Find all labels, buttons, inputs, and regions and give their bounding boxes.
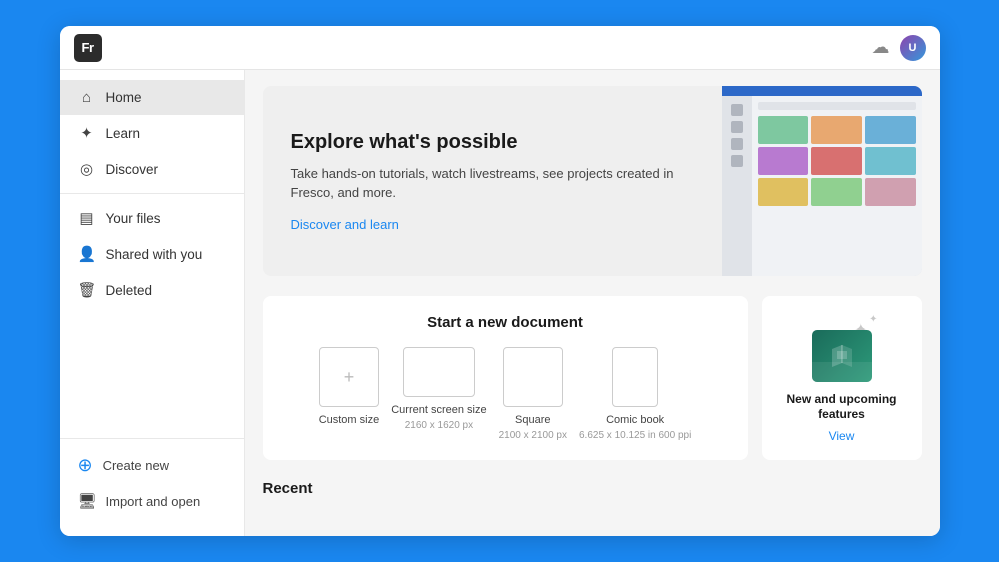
avatar[interactable]: U — [900, 35, 926, 61]
app-window: Fr ☁ U ⌂ Home ✦ Learn ◎ — [60, 26, 940, 536]
sidebar-item-home[interactable]: ⌂ Home — [60, 80, 244, 115]
doc-sublabel-screen: 2160 x 1620 px — [405, 419, 473, 432]
fresco-thumb-8 — [811, 178, 862, 206]
sparkle-small-icon: ✦ — [869, 314, 877, 325]
home-icon: ⌂ — [78, 89, 96, 106]
fresco-thumb-3 — [865, 116, 916, 144]
fresco-thumb-5 — [811, 147, 862, 175]
fresco-thumb-1 — [758, 116, 809, 144]
import-open-button[interactable]: 🖥 Import and open — [60, 484, 244, 518]
doc-template-screen[interactable]: Current screen size 2160 x 1620 px — [391, 347, 486, 442]
doc-label-custom: Custom size — [319, 413, 380, 427]
sidebar-bottom: ⊕ Create new 🖥 Import and open — [60, 438, 244, 526]
features-book-icon — [812, 330, 872, 382]
fresco-thumb-4 — [758, 147, 809, 175]
features-card: ✦ ✦ New and upcoming features Vie — [762, 296, 922, 460]
files-icon: ▤ — [78, 209, 96, 227]
sidebar-item-discover[interactable]: ◎ Discover — [60, 151, 244, 187]
sidebar-nav: ⌂ Home ✦ Learn ◎ Discover ▤ Your files — [60, 80, 244, 438]
learn-icon: ✦ — [78, 124, 96, 142]
sidebar-label-discover: Discover — [106, 162, 159, 177]
fresco-grid — [758, 116, 916, 206]
features-icon-area: ✦ ✦ — [806, 314, 878, 382]
fresco-thumb-7 — [758, 178, 809, 206]
discover-icon: ◎ — [78, 160, 96, 178]
deleted-icon: 🗑 — [78, 281, 96, 299]
sidebar-item-learn[interactable]: ✦ Learn — [60, 115, 244, 151]
topbar-icons: ☁ U — [872, 35, 926, 61]
doc-box-comic — [612, 347, 658, 407]
fresco-thumb-9 — [865, 178, 916, 206]
book-svg — [827, 341, 857, 371]
fresco-thumb-6 — [865, 147, 916, 175]
doc-sublabel-comic: 6.625 x 10.125 in 600 ppi — [579, 429, 691, 442]
create-new-label: Create new — [103, 458, 169, 473]
fresco-top-bar — [758, 102, 916, 110]
fresco-content-mock — [752, 96, 922, 276]
mock-dot-1 — [731, 104, 743, 116]
sidebar-label-home: Home — [106, 90, 142, 105]
sidebar-label-learn: Learn — [106, 126, 141, 141]
fresco-sidebar-mock — [722, 96, 752, 276]
doc-box-custom: + — [319, 347, 379, 407]
start-title: Start a new document — [279, 314, 732, 331]
mock-dot-3 — [731, 138, 743, 150]
doc-box-square — [503, 347, 563, 407]
hero-title: Explore what's possible — [291, 131, 694, 154]
topbar: Fr ☁ U — [60, 26, 940, 70]
recent-title: Recent — [263, 480, 922, 497]
start-section: Start a new document + Custom size Curre… — [263, 296, 922, 460]
fresco-thumb-2 — [811, 116, 862, 144]
cloud-icon[interactable]: ☁ — [872, 37, 890, 58]
shared-icon: 👤 — [78, 245, 96, 263]
doc-label-screen: Current screen size — [391, 403, 486, 417]
doc-template-comic[interactable]: Comic book 6.625 x 10.125 in 600 ppi — [579, 347, 691, 442]
content-area: Explore what's possible Take hands-on tu… — [245, 70, 940, 536]
doc-label-comic: Comic book — [606, 413, 664, 427]
hero-image — [722, 86, 922, 276]
fresco-mockup — [722, 96, 922, 276]
recent-section: Recent — [263, 480, 922, 497]
sidebar-label-deleted: Deleted — [106, 283, 153, 298]
doc-templates: + Custom size Current screen size 2160 x… — [279, 347, 732, 442]
sidebar-divider — [60, 193, 244, 194]
create-new-button[interactable]: ⊕ Create new — [60, 447, 244, 484]
mock-dot-2 — [731, 121, 743, 133]
hero-top-strip — [722, 86, 922, 96]
doc-template-square[interactable]: Square 2100 x 2100 px — [499, 347, 567, 442]
sidebar-label-your-files: Your files — [106, 211, 161, 226]
hero-banner: Explore what's possible Take hands-on tu… — [263, 86, 922, 276]
sidebar-item-shared-with-you[interactable]: 👤 Shared with you — [60, 236, 244, 272]
features-view-link[interactable]: View — [829, 429, 855, 443]
main-layout: ⌂ Home ✦ Learn ◎ Discover ▤ Your files — [60, 70, 940, 536]
app-logo: Fr — [74, 34, 102, 62]
import-icon: 🖥 — [78, 492, 96, 510]
hero-description: Take hands-on tutorials, watch livestrea… — [291, 164, 694, 203]
import-open-label: Import and open — [106, 494, 201, 509]
create-icon: ⊕ — [78, 455, 93, 476]
doc-label-square: Square — [515, 413, 550, 427]
features-title: New and upcoming features — [778, 392, 906, 423]
hero-text: Explore what's possible Take hands-on tu… — [263, 86, 722, 276]
doc-template-custom[interactable]: + Custom size — [319, 347, 380, 442]
hero-link[interactable]: Discover and learn — [291, 217, 694, 232]
sidebar-item-deleted[interactable]: 🗑 Deleted — [60, 272, 244, 308]
doc-box-screen — [403, 347, 475, 397]
mock-dot-4 — [731, 155, 743, 167]
sidebar-label-shared: Shared with you — [106, 247, 203, 262]
doc-sublabel-square: 2100 x 2100 px — [499, 429, 567, 442]
start-new-panel: Start a new document + Custom size Curre… — [263, 296, 748, 460]
sidebar: ⌂ Home ✦ Learn ◎ Discover ▤ Your files — [60, 70, 245, 536]
sidebar-item-your-files[interactable]: ▤ Your files — [60, 200, 244, 236]
